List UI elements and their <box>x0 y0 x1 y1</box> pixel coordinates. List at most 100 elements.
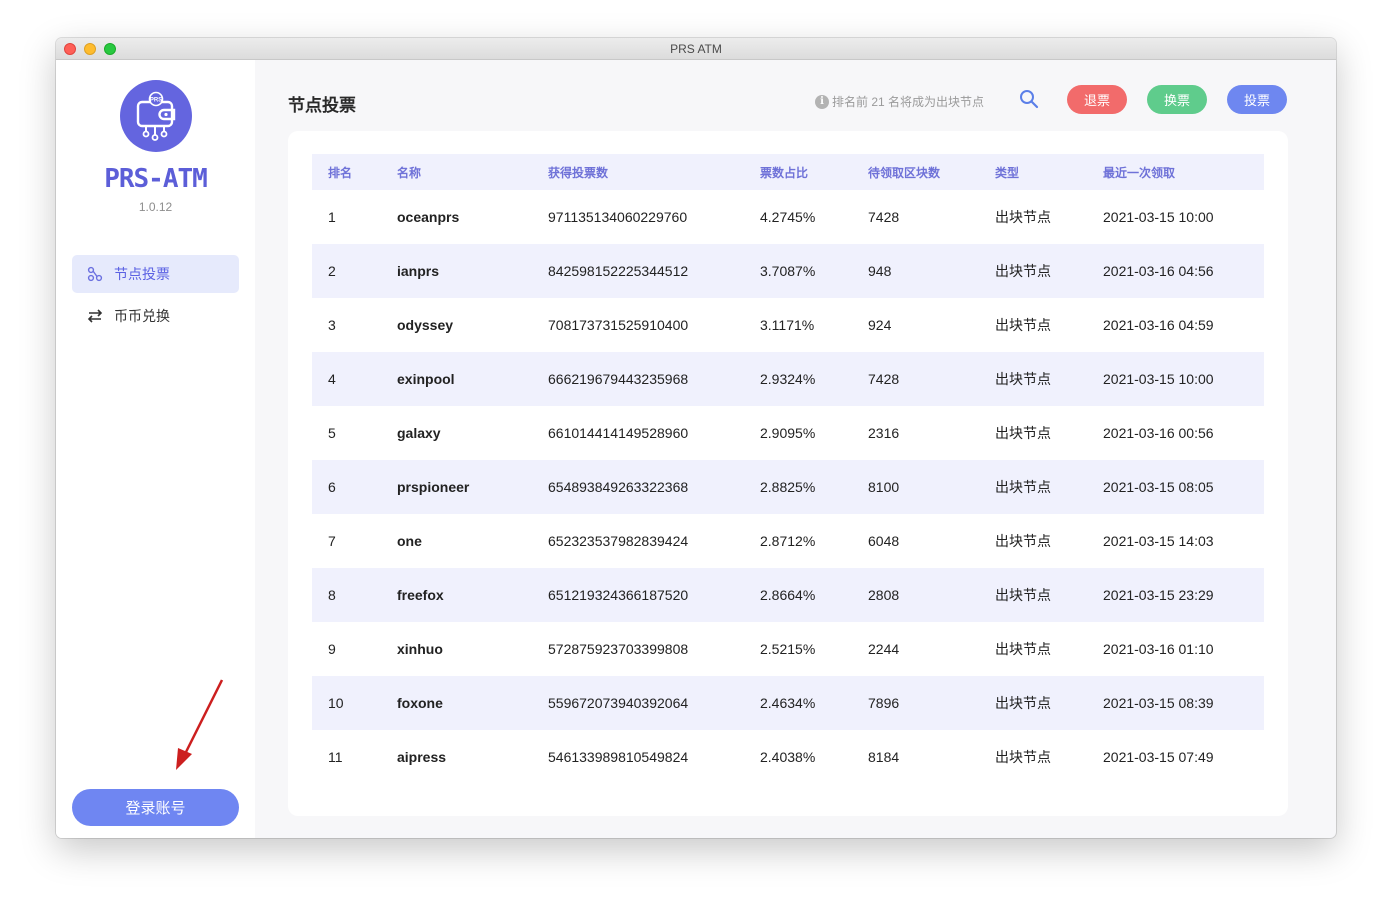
cell-vote-share: 2.9324% <box>760 371 816 387</box>
cell-last-claim: 2021-03-16 01:10 <box>1103 641 1214 657</box>
cell-vote-share: 2.9095% <box>760 425 816 441</box>
cell-type: 出块节点 <box>995 641 1051 657</box>
cell-rank: 4 <box>328 371 336 387</box>
cell-vote-share: 2.8712% <box>760 533 816 549</box>
sidebar: PRS PRS-ATM 1.0.12 节点投票 币币兑换 登录账号 <box>56 60 255 838</box>
cell-name: galaxy <box>397 425 441 441</box>
cell-type: 出块节点 <box>995 263 1051 279</box>
table-row[interactable]: 5 galaxy 661014414149528960 2.9095% 2316 出块节点… <box>312 406 1264 460</box>
logo-badge-text: PRS <box>150 98 162 104</box>
cell-name: exinpool <box>397 371 455 387</box>
cell-votes: 666219679443235968 <box>548 371 689 387</box>
cell-vote-share: 2.4634% <box>760 695 816 711</box>
cell-last-claim: 2021-03-15 08:39 <box>1103 695 1214 711</box>
cell-rank: 3 <box>328 317 336 333</box>
table-row[interactable]: 3 odyssey 708173731525910400 3.1171% 924 出块节点… <box>312 298 1264 352</box>
table-row[interactable]: 1 oceanprs 971135134060229760 4.2745% 7428 出块… <box>312 190 1264 244</box>
cell-type: 出块节点 <box>995 209 1051 225</box>
sidebar-item-label: 节点投票 <box>114 266 170 282</box>
login-account-button[interactable]: 登录账号 <box>72 789 239 826</box>
cell-last-claim: 2021-03-16 04:59 <box>1103 317 1214 333</box>
cell-last-claim: 2021-03-15 07:49 <box>1103 749 1214 765</box>
sidebar-item-node-vote[interactable]: 节点投票 <box>72 255 239 293</box>
swap-arrows-icon <box>86 307 104 325</box>
cell-rank: 8 <box>328 587 336 603</box>
cell-type: 出块节点 <box>995 587 1051 603</box>
table-header: 排名 名称 获得投票数 票数占比 待领取区块数 类型 最近一次领取 <box>312 154 1264 190</box>
column-header-name[interactable]: 名称 <box>397 164 421 181</box>
cell-pending-blocks: 7428 <box>868 209 900 225</box>
cell-vote-share: 2.4038% <box>760 749 816 765</box>
table-row[interactable]: 8 freefox 651219324366187520 2.8664% 2808 出块节… <box>312 568 1264 622</box>
vote-button[interactable]: 投票 <box>1227 85 1287 114</box>
column-header-last-claim[interactable]: 最近一次领取 <box>1103 164 1175 181</box>
table-row[interactable]: 9 xinhuo 572875923703399808 2.5215% 2244 出块节点… <box>312 622 1264 676</box>
ranking-hint: i 排名前 21 名将成为出块节点 <box>815 93 984 110</box>
cell-vote-share: 2.8825% <box>760 479 816 495</box>
cell-name: freefox <box>397 587 444 603</box>
table-row[interactable]: 4 exinpool 666219679443235968 2.9324% 7428 出块… <box>312 352 1264 406</box>
window-title: PRS ATM <box>670 42 722 56</box>
main-content: 节点投票 i 排名前 21 名将成为出块节点 退票 换票 投票 排名 名称 获得… <box>255 60 1336 838</box>
cell-pending-blocks: 7896 <box>868 695 900 711</box>
table-row[interactable]: 7 one 652323537982839424 2.8712% 6048 出块节点 202… <box>312 514 1264 568</box>
cell-last-claim: 2021-03-16 00:56 <box>1103 425 1214 441</box>
table-row[interactable]: 2 ianprs 842598152225344512 3.7087% 948 出块节点 2… <box>312 244 1264 298</box>
swap-vote-button[interactable]: 换票 <box>1147 85 1207 114</box>
cell-rank: 10 <box>328 695 344 711</box>
cell-name: prspioneer <box>397 479 470 495</box>
cell-votes: 572875923703399808 <box>548 641 689 657</box>
cell-name: xinhuo <box>397 641 443 657</box>
cell-pending-blocks: 948 <box>868 263 892 279</box>
cell-name: aipress <box>397 749 447 765</box>
brand-name: PRS-ATM <box>104 164 208 194</box>
cell-vote-share: 2.5215% <box>760 641 816 657</box>
cell-vote-share: 2.8664% <box>760 587 816 603</box>
cell-type: 出块节点 <box>995 317 1051 333</box>
cell-type: 出块节点 <box>995 533 1051 549</box>
wallet-logo-icon: PRS <box>136 91 176 141</box>
cell-type: 出块节点 <box>995 371 1051 387</box>
cell-votes: 661014414149528960 <box>548 425 689 441</box>
cell-rank: 6 <box>328 479 336 495</box>
table-row[interactable]: 10 foxone 559672073940392064 2.4634% 7896 出块节… <box>312 676 1264 730</box>
cell-name: one <box>397 533 422 549</box>
cell-votes: 708173731525910400 <box>548 317 689 333</box>
cell-type: 出块节点 <box>995 425 1051 441</box>
page-title: 节点投票 <box>288 96 356 115</box>
cell-rank: 1 <box>328 209 336 225</box>
sidebar-item-label: 币币兑换 <box>114 308 170 324</box>
cell-vote-share: 3.7087% <box>760 263 816 279</box>
cell-rank: 7 <box>328 533 336 549</box>
search-icon[interactable] <box>1019 89 1039 114</box>
cell-last-claim: 2021-03-15 10:00 <box>1103 371 1214 387</box>
unvote-button[interactable]: 退票 <box>1067 85 1127 114</box>
nodes-icon <box>86 265 104 283</box>
cell-votes: 971135134060229760 <box>548 209 688 225</box>
column-header-pending-blocks[interactable]: 待领取区块数 <box>868 164 940 181</box>
app-version: 1.0.12 <box>138 200 173 214</box>
cell-pending-blocks: 8184 <box>868 749 900 765</box>
table-row[interactable]: 6 prspioneer 654893849263322368 2.8825% 8100… <box>312 460 1264 514</box>
cell-pending-blocks: 2316 <box>868 425 900 441</box>
cell-rank: 9 <box>328 641 336 657</box>
app-window: PRS ATM PRS PRS-ATM 1.0.12 节点投票 币币兑换 登录账… <box>56 38 1336 838</box>
column-header-type[interactable]: 类型 <box>995 164 1019 181</box>
table-row[interactable]: 11 aipress 546133989810549824 2.4038% 8184 出块… <box>312 730 1264 784</box>
title-bar: PRS ATM <box>56 38 1336 60</box>
cell-last-claim: 2021-03-15 10:00 <box>1103 209 1214 225</box>
producer-table-card: 排名 名称 获得投票数 票数占比 待领取区块数 类型 最近一次领取 1 ocean… <box>288 131 1288 816</box>
cell-votes: 559672073940392064 <box>548 695 689 711</box>
column-header-votes[interactable]: 获得投票数 <box>548 164 608 181</box>
cell-last-claim: 2021-03-15 23:29 <box>1103 587 1214 603</box>
cell-pending-blocks: 2808 <box>868 587 900 603</box>
cell-pending-blocks: 7428 <box>868 371 900 387</box>
column-header-vote-share[interactable]: 票数占比 <box>760 164 808 181</box>
cell-rank: 11 <box>328 749 343 765</box>
cell-votes: 654893849263322368 <box>548 479 689 495</box>
cell-pending-blocks: 924 <box>868 317 892 333</box>
cell-vote-share: 4.2745% <box>760 209 816 225</box>
cell-rank: 2 <box>328 263 336 279</box>
column-header-rank[interactable]: 排名 <box>328 164 352 181</box>
sidebar-item-coin-exchange[interactable]: 币币兑换 <box>72 297 239 335</box>
